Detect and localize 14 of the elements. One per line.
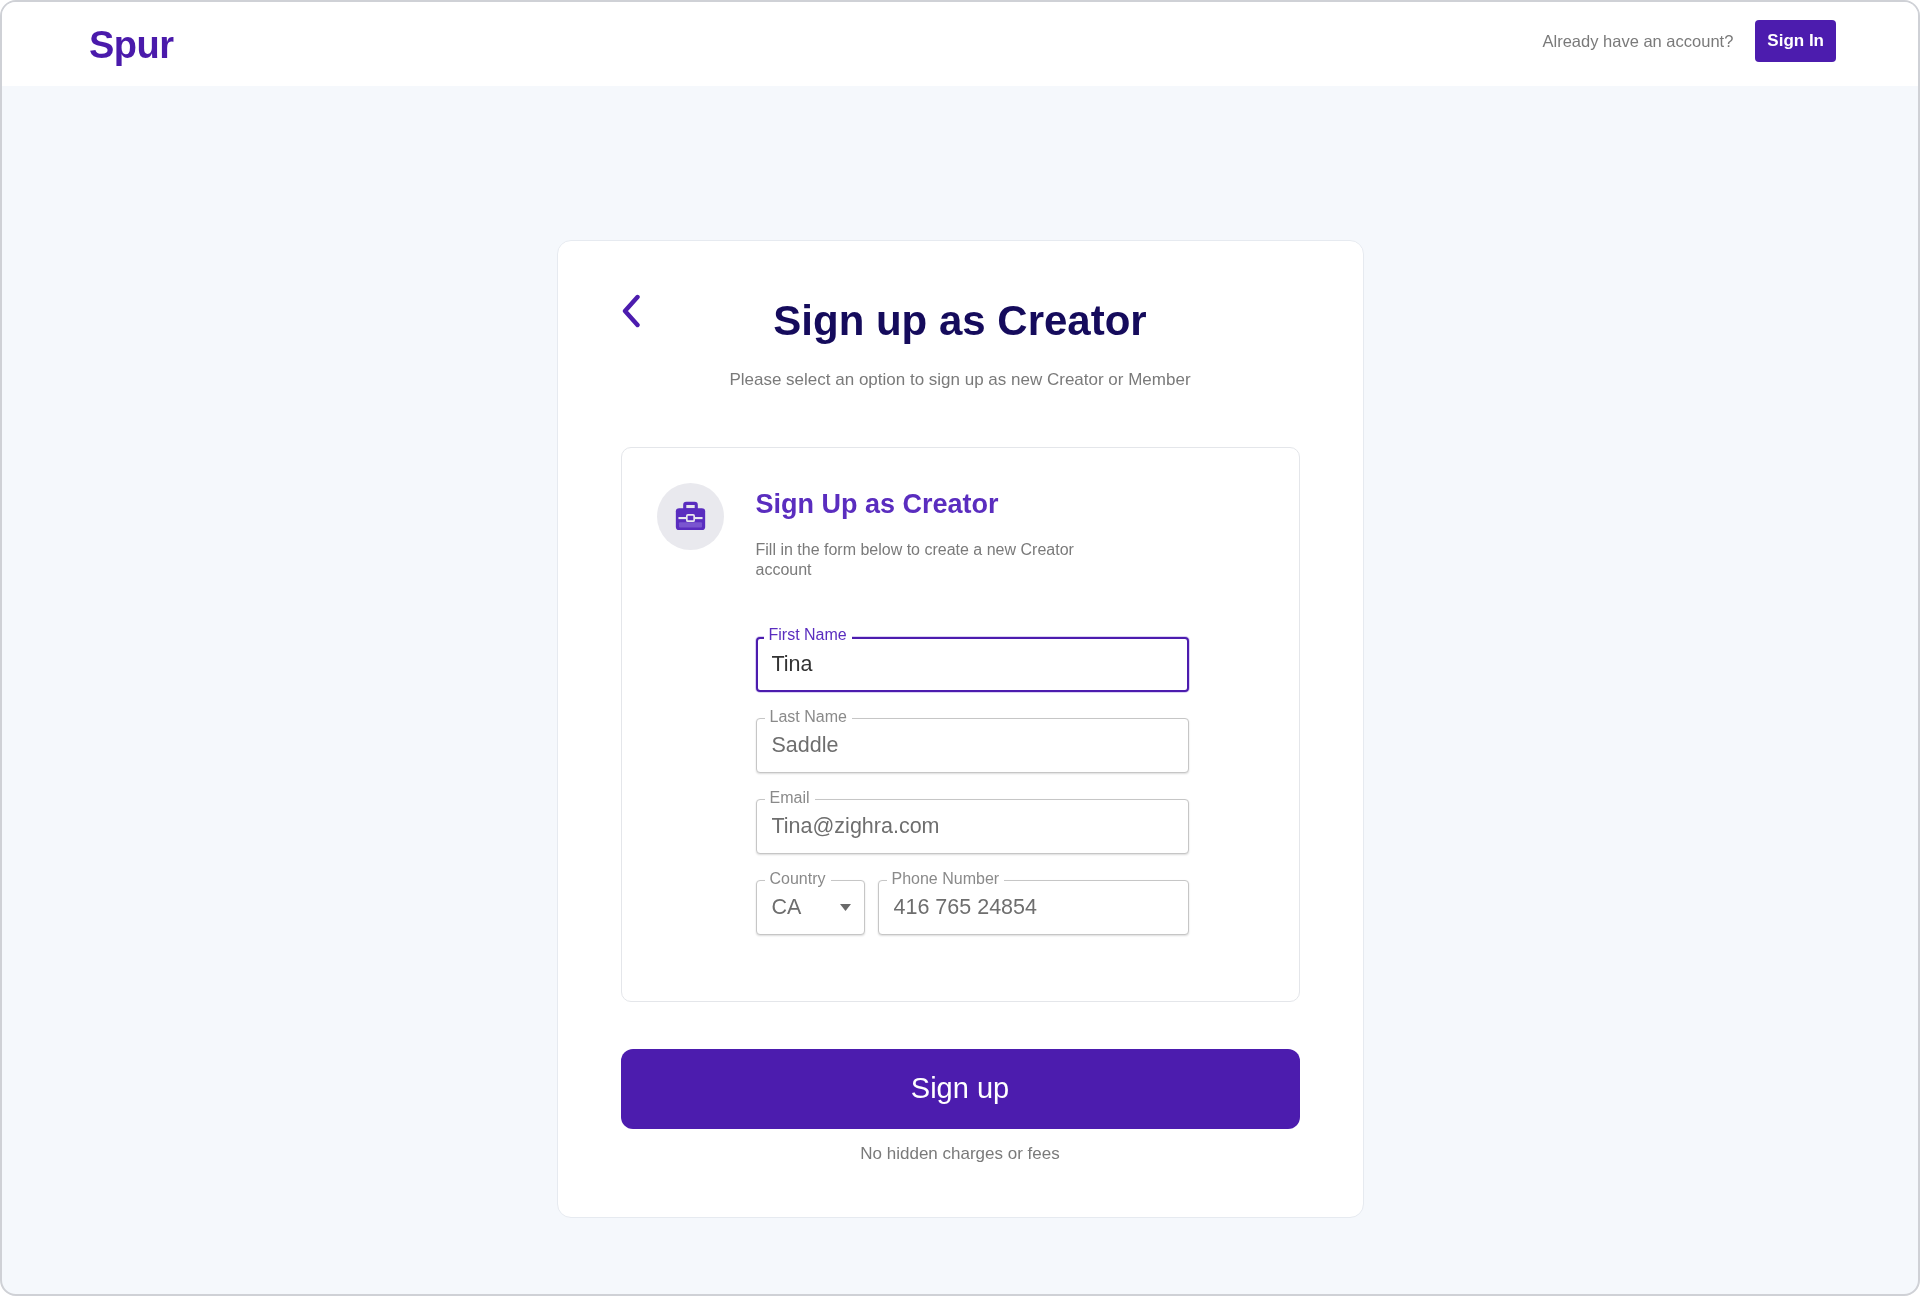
option-description: Fill in the form below to create a new Creator account [755, 540, 1075, 580]
page-subtitle: Please select an option to sign up as new Creator or Member [728, 369, 1192, 391]
chevron-left-icon [620, 294, 641, 328]
page-title: Sign up as Creator [773, 296, 1147, 346]
option-title: Sign Up as Creator [755, 489, 1000, 520]
field-label: Country [764, 870, 831, 888]
briefcase-icon [656, 483, 724, 550]
note-text: No hidden charges or fees [859, 1143, 1061, 1165]
caret-icon [839, 904, 851, 911]
account-prompt: Already have an account? [1542, 30, 1734, 52]
logo[interactable]: Spur [89, 16, 174, 74]
sign-in-button[interactable]: Sign In [1755, 20, 1836, 62]
back-button[interactable] [620, 294, 641, 328]
sign-up-button[interactable]: Sign up [620, 1049, 1300, 1129]
